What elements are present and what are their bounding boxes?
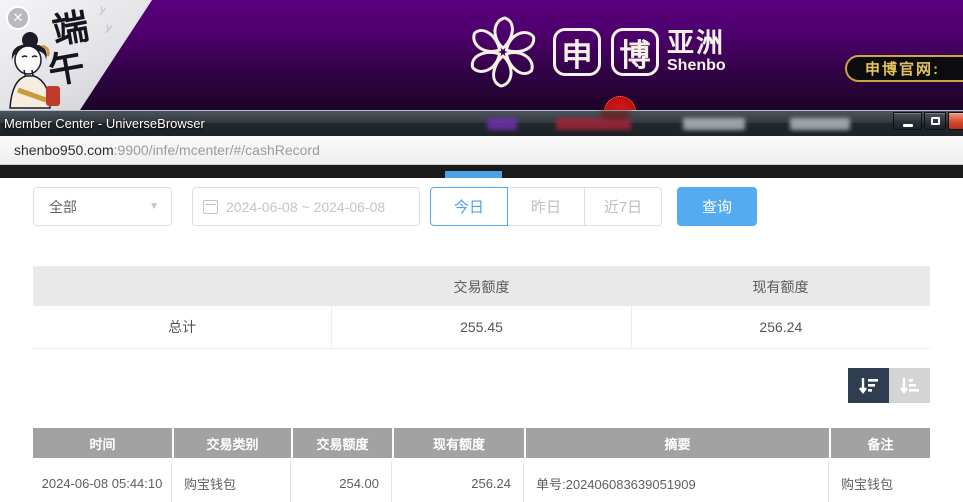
official-site-pill[interactable]: 申博官网:: [845, 55, 963, 82]
date-range-value: 2024-06-08 ~ 2024-06-08: [226, 199, 385, 215]
url-host: shenbo950.com: [14, 142, 114, 158]
browser-titlebar: Member Center - UniverseBrowser: [0, 110, 963, 136]
date-range-input[interactable]: 2024-06-08 ~ 2024-06-08: [192, 187, 420, 226]
summary-total-row: 总计 255.45 256.24: [33, 306, 930, 349]
flower-logo-icon: [463, 12, 543, 92]
header-note: 备注: [831, 428, 930, 458]
yesterday-button[interactable]: 昨日: [507, 187, 585, 226]
url-path: :9900/infe/mcenter/#/cashRecord: [114, 142, 320, 158]
close-icon[interactable]: ✕: [6, 6, 30, 30]
sort-descending-icon: [858, 376, 880, 396]
header-type: 交易类别: [174, 428, 291, 458]
quick-date-button-group: 今日 昨日 近7日: [430, 187, 662, 226]
close-window-button[interactable]: [948, 112, 963, 130]
brand-latin-text: Shenbo: [667, 57, 726, 75]
summary-header-row: 交易额度 现有额度: [33, 267, 930, 306]
records-table: 时间 交易类别 交易额度 现有额度 摘要 备注 2024-06-08 05:44…: [33, 428, 930, 502]
cell-balance: 256.24: [392, 461, 524, 502]
sort-button-group: [848, 368, 930, 403]
ghost-nav-blob: [487, 118, 517, 130]
summary-header-balance: 现有额度: [631, 267, 930, 306]
table-row: 2024-06-08 05:44:10 购宝钱包 254.00 256.24 单…: [33, 461, 930, 502]
cell-time: 2024-06-08 05:44:10: [33, 461, 172, 502]
filter-toolbar: 全部 ▼ 2024-06-08 ~ 2024-06-08 今日 昨日 近7日 查…: [0, 187, 963, 227]
sort-ascending-button[interactable]: [889, 368, 930, 403]
header-balance: 现有额度: [394, 428, 524, 458]
active-tab-indicator: [445, 171, 502, 178]
cell-note: 购宝钱包: [829, 461, 930, 502]
ghost-nav-blob: [790, 118, 850, 130]
minimize-button[interactable]: [893, 112, 922, 130]
maximize-button[interactable]: [924, 112, 946, 130]
category-select[interactable]: 全部 ▼: [33, 187, 172, 226]
sort-ascending-icon: [899, 376, 921, 396]
brand-char-1: 申: [553, 28, 601, 76]
summary-total-transaction: 255.45: [332, 306, 631, 348]
header-amount: 交易额度: [293, 428, 392, 458]
summary-header-empty: [33, 267, 332, 306]
chevron-down-icon: ▼: [149, 201, 159, 212]
summary-total-label: 总计: [33, 306, 332, 348]
red-seal-stamp: [46, 86, 60, 106]
maximize-icon: [931, 117, 940, 125]
cell-type: 购宝钱包: [172, 461, 291, 502]
search-button[interactable]: 查询: [677, 187, 757, 226]
header-time: 时间: [33, 428, 172, 458]
last7days-button[interactable]: 近7日: [584, 187, 662, 226]
category-selected-value: 全部: [49, 197, 149, 217]
window-title: Member Center - UniverseBrowser: [4, 116, 205, 131]
address-bar[interactable]: shenbo950.com:9900/infe/mcenter/#/cashRe…: [0, 136, 963, 165]
records-header-row: 时间 交易类别 交易额度 现有额度 摘要 备注: [33, 428, 930, 458]
cell-memo: 单号:202406083639051909: [524, 461, 829, 502]
sort-descending-button[interactable]: [848, 368, 889, 403]
festival-promo-banner: 端 午 y y ✕: [0, 0, 160, 110]
brand-region-text: 亚洲: [667, 29, 726, 57]
site-header: 端 午 y y ✕: [0, 0, 963, 110]
brand-logo: 申 博 亚洲 Shenbo: [463, 12, 726, 92]
minimize-icon: [903, 124, 913, 127]
decorative-mark: y: [105, 21, 113, 34]
summary-table: 交易额度 现有额度 总计 255.45 256.24: [33, 266, 930, 349]
summary-total-balance: 256.24: [632, 306, 930, 348]
header-memo: 摘要: [526, 428, 829, 458]
calendar-icon: [203, 200, 218, 214]
ghost-badge-blob: [600, 111, 630, 120]
chrome-dark-strip: [0, 165, 963, 178]
brand-char-2: 博: [611, 28, 659, 76]
ghost-nav-blob: [683, 118, 745, 130]
decorative-mark: y: [99, 3, 107, 16]
cell-amount: 254.00: [291, 461, 392, 502]
today-button[interactable]: 今日: [430, 187, 508, 226]
summary-header-transaction: 交易额度: [332, 267, 631, 306]
